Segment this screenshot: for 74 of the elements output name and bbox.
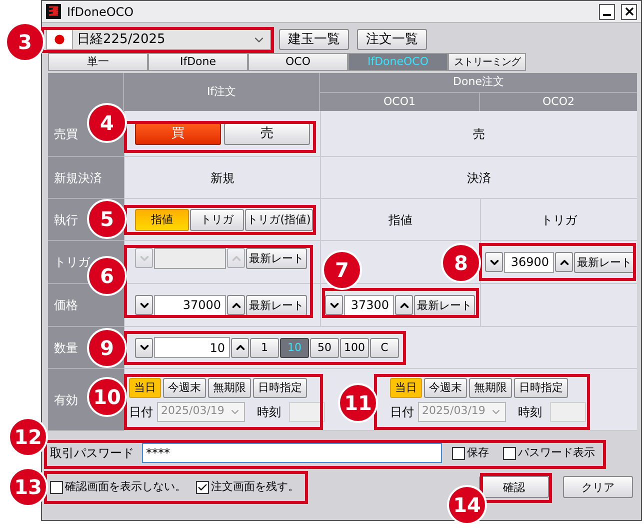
price-input[interactable]: 37300 [344,294,394,316]
toolbar-button[interactable]: 注文一覧 [357,29,427,50]
checkbox[interactable]: 確認画面を表示しない。 [50,478,186,496]
latest-rate-button[interactable]: 最新レート [414,294,475,316]
latest-rate-button[interactable]: 最新レート [574,252,635,272]
cell-text: トリガ [541,212,577,228]
execution-button[interactable]: 指値 [135,208,189,230]
password-input[interactable]: **** [142,443,442,463]
symbol-select[interactable]: 日経225/2025 [46,29,271,50]
quantity-preset-button[interactable]: C [370,338,399,358]
decrement-button[interactable] [135,295,153,315]
decrement-button[interactable] [135,338,153,358]
action-button[interactable]: 確認 [479,476,549,498]
date-label: 日付 [390,404,414,420]
price-input[interactable]: 37000 [154,294,226,316]
callout-badge: 13 [8,467,48,507]
cell-text: 指値 [388,212,412,228]
price-input[interactable] [154,248,226,268]
side-button[interactable]: 買 [135,122,221,144]
expiry-button[interactable]: 無期限 [208,378,251,398]
checkbox[interactable]: パスワード表示 [503,444,595,462]
tab[interactable]: ストリーミング [448,53,526,71]
japan-flag-icon [47,30,73,49]
expiry-button[interactable]: 今週末 [163,378,206,398]
quantity-input[interactable]: 10 [154,337,230,358]
app-logo-icon [46,4,61,19]
time-label: 時刻 [257,404,281,420]
execution-button[interactable]: トリガ [190,208,244,230]
callout-badge: 3 [5,22,45,62]
execution-button[interactable]: トリガ(指値) [245,208,313,230]
action-button[interactable]: クリア [563,476,633,498]
cell-text: 新規 [210,170,234,186]
row-label: 新規決済 [48,157,124,199]
time-label: 時刻 [518,404,542,420]
latest-rate-button[interactable]: 最新レート [246,294,307,316]
expiry-button[interactable]: 日時指定 [514,378,568,398]
close-icon [624,7,634,16]
header-cell: If注文 [124,73,320,111]
cell-text: 売 [473,126,485,142]
tab[interactable]: OCO [248,53,348,71]
expiry-button[interactable]: 日時指定 [253,378,307,398]
price-input[interactable]: 36900 [504,252,554,272]
cell-text: 決済 [467,170,491,186]
decrement-button[interactable] [485,252,503,272]
increment-button[interactable] [555,252,573,272]
quantity-preset-button[interactable]: 100 [340,338,369,358]
decrement-button[interactable] [325,295,343,315]
increment-button[interactable] [395,295,413,315]
expiry-button[interactable]: 当日 [390,378,422,398]
tab[interactable]: 単一 [48,53,148,71]
expiry-button[interactable]: 無期限 [469,378,512,398]
increment-button[interactable] [227,295,245,315]
header-cell: Done注文 [320,73,637,93]
quantity-preset-button[interactable]: 50 [310,338,339,358]
expiry-button[interactable]: 今週末 [424,378,467,398]
increment-button[interactable] [231,338,249,358]
tab[interactable]: IfDone [148,53,248,71]
side-button[interactable]: 売 [224,122,310,144]
minimize-icon [603,14,611,16]
quantity-preset-button[interactable]: 1 [250,338,279,358]
header-cell: OCO1 [320,93,480,111]
password-label: 取引パスワード [50,445,134,462]
checkbox[interactable]: 注文画面を残す。 [196,478,299,496]
minimize-button[interactable] [599,4,615,20]
checkbox[interactable]: 保存 [452,444,489,462]
toolbar-button[interactable]: 建玉一覧 [279,29,349,50]
window-title: IfDoneOCO [67,4,135,20]
time-input[interactable] [550,402,586,422]
date-label: 日付 [129,404,153,420]
expiry-button[interactable]: 当日 [129,378,161,398]
header-cell: OCO2 [480,93,637,111]
close-button[interactable] [621,4,637,20]
time-input[interactable] [289,402,325,422]
callout-badge: 12 [8,417,48,457]
